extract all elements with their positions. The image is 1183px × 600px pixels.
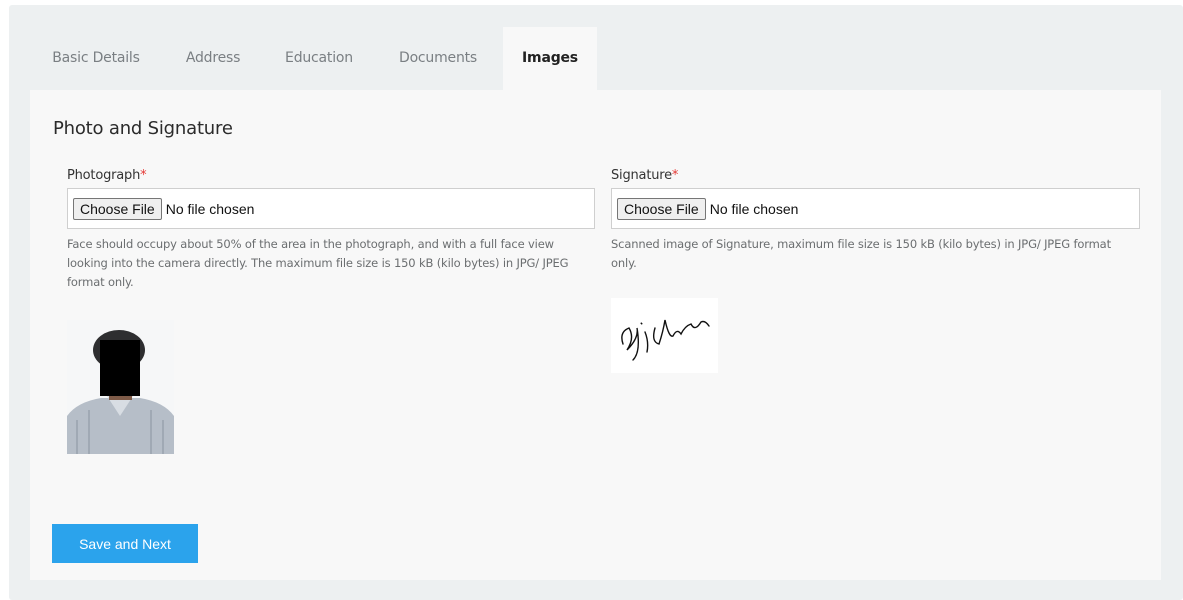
signature-choose-file-button[interactable]: Choose File [617, 197, 706, 220]
photo-preview [67, 320, 174, 454]
photo-preview-image [67, 320, 174, 454]
signature-label-text: Signature [611, 168, 672, 183]
tab-images[interactable]: Images [503, 27, 597, 90]
signature-preview-image [611, 298, 718, 373]
photograph-file-status: No file chosen [165, 200, 255, 217]
tab-bar: Basic Details Address Education Document… [9, 27, 1183, 90]
images-panel: Photo and Signature Photograph* Choose F… [30, 90, 1161, 580]
required-mark: * [671, 168, 679, 183]
save-and-next-button[interactable]: Save and Next [52, 524, 198, 563]
photograph-label-text: Photograph [67, 168, 141, 183]
signature-preview [611, 298, 718, 373]
tab-education[interactable]: Education [271, 27, 367, 90]
photograph-help-text: Face should occupy about 50% of the area… [67, 237, 569, 289]
photograph-file-input[interactable]: Choose File No file chosen [67, 188, 595, 229]
tab-basic-details[interactable]: Basic Details [37, 27, 155, 90]
tab-address[interactable]: Address [169, 27, 257, 90]
tab-documents[interactable]: Documents [383, 27, 493, 90]
signature-file-input[interactable]: Choose File No file chosen [611, 188, 1140, 229]
section-title: Photo and Signature [53, 118, 233, 139]
photograph-label: Photograph* [67, 168, 147, 183]
signature-file-status: No file chosen [709, 200, 799, 217]
signature-label: Signature* [611, 168, 678, 183]
photograph-choose-file-button[interactable]: Choose File [73, 197, 162, 220]
form-container: Basic Details Address Education Document… [9, 5, 1183, 600]
required-mark: * [140, 168, 147, 183]
signature-help-text: Scanned image of Signature, maximum file… [611, 237, 1111, 270]
